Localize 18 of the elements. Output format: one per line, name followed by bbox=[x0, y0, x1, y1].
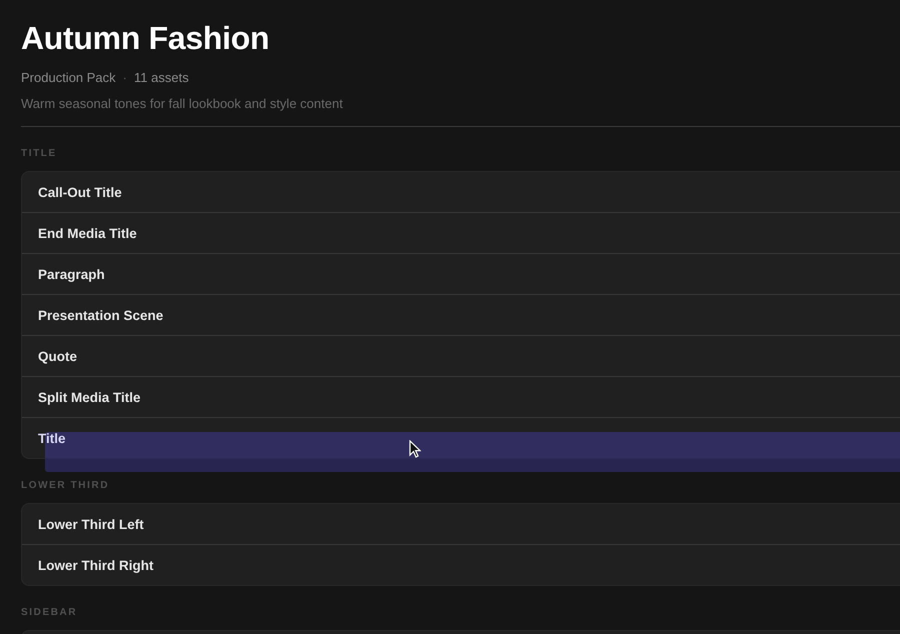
asset-item[interactable]: Lower Third Right bbox=[38, 558, 154, 572]
section-label: SIDEBAR bbox=[21, 607, 78, 619]
asset-item[interactable]: Paragraph bbox=[38, 266, 105, 282]
asset-item[interactable]: Split Media Title bbox=[38, 390, 141, 404]
asset-item[interactable]: End Media Title bbox=[38, 226, 137, 240]
asset-item[interactable]: Quote bbox=[38, 348, 77, 364]
asset-item[interactable]: Call-Out Title bbox=[38, 184, 122, 200]
pack-description: Warm seasonal tones for fall lookbook and style content bbox=[21, 96, 344, 112]
section-label: TITLE bbox=[21, 148, 58, 160]
section-label: LOWER THIRD bbox=[21, 480, 110, 492]
separator-dot: · bbox=[122, 70, 128, 86]
page-title: Autumn Fashion bbox=[21, 19, 270, 58]
cursor-icon bbox=[409, 440, 421, 458]
asset-item[interactable]: Lower Third Left bbox=[38, 516, 144, 532]
asset-count: 11 assets bbox=[134, 70, 189, 86]
pack-type: Production Pack bbox=[21, 70, 116, 86]
asset-item[interactable]: Title bbox=[38, 430, 66, 446]
asset-item[interactable]: Presentation Scene bbox=[38, 308, 164, 322]
